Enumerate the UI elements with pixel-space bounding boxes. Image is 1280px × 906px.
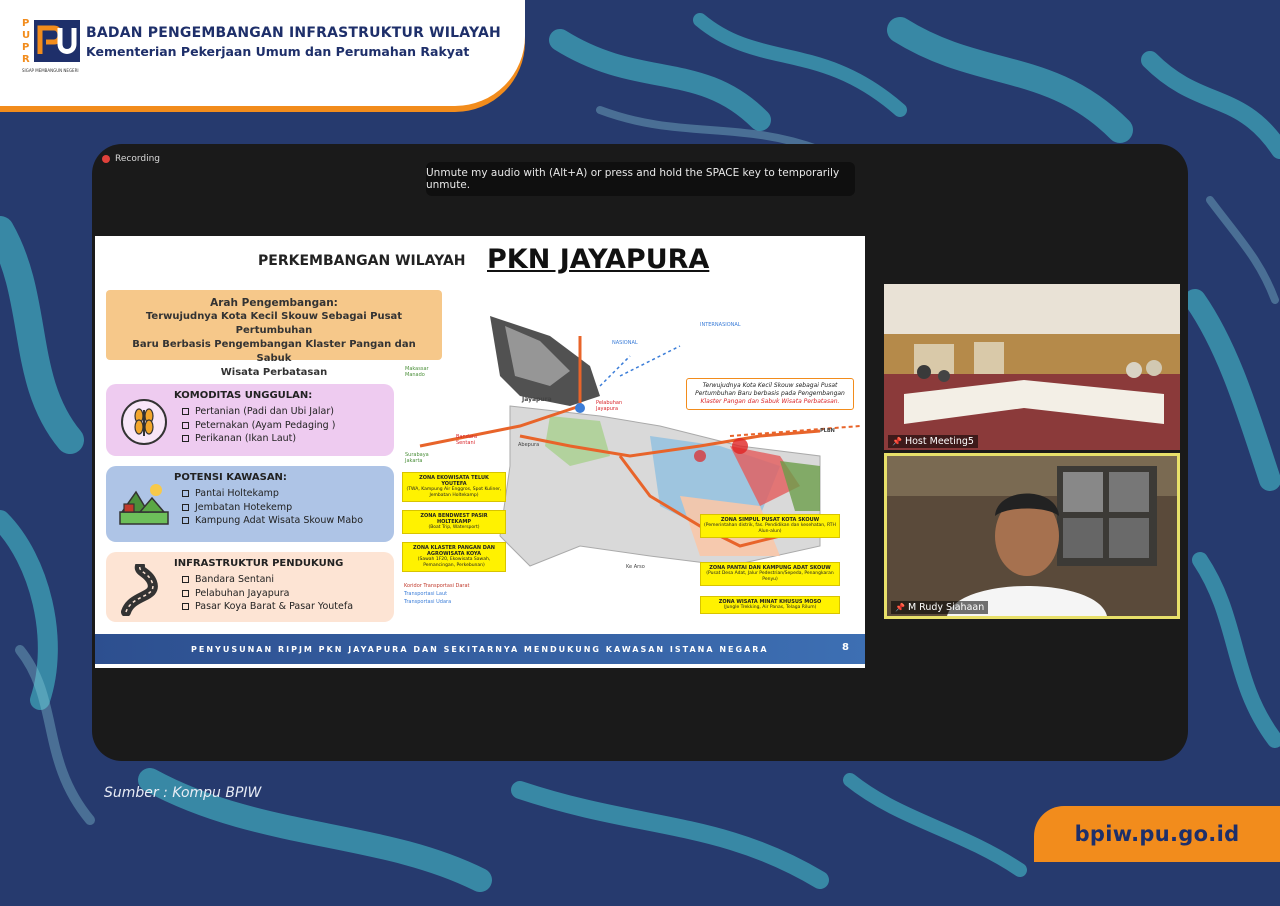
slide-footer-text: PENYUSUNAN RIPJM PKN JAYAPURA DAN SEKITA…: [191, 644, 769, 654]
list-item: Pantai Holtekamp: [182, 487, 386, 501]
logo-tagline: SIGAP MEMBANGUN NEGERI: [22, 68, 79, 73]
unmute-tooltip: Unmute my audio with (Alt+A) or press an…: [426, 162, 855, 196]
recording-label: Recording: [115, 154, 161, 164]
zone-box: ZONA WISATA MINAT KHUSUS MOSO (Jungle Tre…: [700, 596, 840, 614]
map-label-pelabuhan: Pelabuhan Jayapura: [596, 400, 623, 412]
meeting-window: Recording Unmute my audio with (Alt+A) o…: [92, 144, 1188, 761]
potensi-card: POTENSI KAWASAN: Pantai Holtekamp Jembat…: [106, 466, 394, 542]
komoditas-card: KOMODITAS UNGGULAN: Pertanian (Padi dan …: [106, 384, 394, 456]
landscape-icon: [119, 484, 169, 525]
logo-letters: PUPR: [22, 18, 31, 65]
arah-heading: Arah Pengembangan:: [210, 297, 338, 309]
speaker-name-tag: 📌 M Rudy Siahaan: [891, 601, 989, 614]
source-caption: Sumber : Kompu BPIW: [104, 785, 262, 801]
wheat-icon: [121, 399, 167, 445]
list-item: Bandara Sentani: [182, 573, 386, 587]
region-map: Jayapura Abepura Pelabuhan Jayapura Band…: [400, 296, 865, 626]
host-name-tag: 📌 Host Meeting5: [888, 435, 978, 448]
map-legend: Koridor Transportasi Darat Transportasi …: [404, 583, 470, 605]
map-label-bandara: Bandara Sentani: [456, 434, 478, 446]
video-tile-host[interactable]: 📌 Host Meeting5: [884, 284, 1180, 450]
speaker-video: [887, 456, 1177, 616]
checkbox-icon: [182, 517, 189, 525]
checkbox-icon: [182, 421, 189, 429]
infrastruktur-title: INFRASTRUKTUR PENDUKUNG: [174, 558, 344, 569]
list-item: Peternakan (Ayam Pedaging ): [182, 419, 386, 433]
komoditas-title: KOMODITAS UNGGULAN:: [174, 390, 313, 401]
pin-icon: 📌: [892, 437, 902, 446]
map-label-nasional: NASIONAL: [612, 340, 638, 346]
meeting-room-video: [884, 284, 1180, 450]
list-item: Jembatan Hotekemp: [182, 501, 386, 515]
slide-title-main: PKN JAYAPURA: [487, 244, 710, 275]
potensi-title: POTENSI KAWASAN:: [174, 472, 287, 483]
zone-box: ZONA PANTAI DAN KAMPUNG ADAT SKOUW (Pusat…: [700, 562, 840, 586]
list-item: Pelabuhan Jayapura: [182, 587, 386, 601]
recording-indicator[interactable]: Recording: [102, 154, 160, 164]
checkbox-icon: [182, 490, 189, 498]
checkbox-icon: [182, 576, 189, 584]
list-item: Perikanan (Ikan Laut): [182, 432, 386, 446]
target-callout: Terwujudnya Kota Kecil Skouw sebagai Pus…: [686, 378, 854, 410]
slide-title-prefix: PERKEMBANGAN WILAYAH: [258, 253, 466, 269]
infrastruktur-list: Bandara Sentani Pelabuhan Jayapura Pasar…: [182, 573, 386, 614]
list-item: Pasar Koya Barat & Pasar Youtefa: [182, 600, 386, 614]
pupr-logo: PUPR SIGAP MEMBANGUN NEGERI: [22, 18, 82, 74]
video-tile-speaker[interactable]: 📌 M Rudy Siahaan: [884, 453, 1180, 619]
checkbox-icon: [182, 589, 189, 597]
map-label-arso: Ke Arso: [626, 564, 645, 570]
map-label-jayapura: Jayapura: [522, 396, 552, 403]
checkbox-icon: [182, 503, 189, 511]
slide-footer: PENYUSUNAN RIPJM PKN JAYAPURA DAN SEKITA…: [95, 634, 865, 664]
pupr-mark-icon: [34, 20, 80, 62]
ministry-name: Kementerian Pekerjaan Umum dan Perumahan…: [86, 44, 470, 59]
list-item: Kampung Adat Wisata Skouw Mabo: [182, 514, 386, 528]
checkbox-icon: [182, 603, 189, 611]
header-banner: PUPR SIGAP MEMBANGUN NEGERI BADAN PENGEM…: [0, 0, 525, 106]
arah-line-2: Baru Berbasis Pengembangan Klaster Panga…: [132, 339, 416, 364]
arah-line-1: Terwujudnya Kota Kecil Skouw Sebagai Pus…: [145, 311, 403, 336]
record-dot-icon: [102, 155, 110, 163]
slide-page-number: 8: [842, 642, 849, 653]
checkbox-icon: [182, 408, 189, 416]
infrastruktur-card: INFRASTRUKTUR PENDUKUNG Bandara Sentani …: [106, 552, 394, 622]
map-label-plbn: PLBN: [820, 428, 835, 434]
map-label-abepura: Abepura: [518, 442, 540, 448]
arah-pengembangan-box: Arah Pengembangan: Terwujudnya Kota Keci…: [106, 290, 442, 378]
website-badge: bpiw.pu.go.id: [1034, 806, 1280, 862]
komoditas-list: Pertanian (Padi dan Ubi Jalar) Peternaka…: [182, 405, 386, 446]
zone-box: ZONA KLASTER PANGAN DAN AGROWISATA KOYA(…: [402, 542, 506, 572]
arah-line-3: Wisata Perbatasan: [220, 367, 328, 378]
org-name: BADAN PENGEMBANGAN INFRASTRUKTUR WILAYAH: [86, 25, 501, 41]
checkbox-icon: [182, 435, 189, 443]
shared-slide: PERKEMBANGAN WILAYAH PKN JAYAPURA Arah P…: [95, 236, 865, 668]
zone-box: ZONA BENDWEST PASIR HOLTEKAMP (Boat Trip,…: [402, 510, 506, 534]
zone-box: ZONA EKOWISATA TELUK YOUTEFA (TWA, Kampun…: [402, 472, 506, 502]
list-item: Pertanian (Padi dan Ubi Jalar): [182, 405, 386, 419]
road-icon: [121, 564, 158, 616]
website-url: bpiw.pu.go.id: [1074, 822, 1240, 846]
zone-box: ZONA SIMPUL PUSAT KOTA SKOUW (Pemerintaha…: [700, 514, 840, 538]
pin-icon: 📌: [895, 603, 905, 612]
potensi-list: Pantai Holtekamp Jembatan Hotekemp Kampu…: [182, 487, 386, 528]
map-label-internasional: INTERNASIONAL: [700, 322, 741, 328]
map-label-makassar: Makassar Manado: [405, 366, 429, 378]
map-label-surabaya: Surabaya Jakarta: [405, 452, 429, 464]
